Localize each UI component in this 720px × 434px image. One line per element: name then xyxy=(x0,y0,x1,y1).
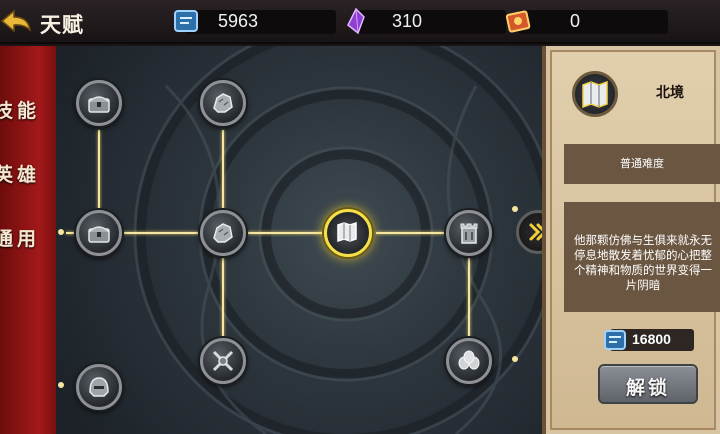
detail-icon-frame xyxy=(572,71,618,117)
chest-icon xyxy=(88,96,110,113)
talent-node-stone[interactable] xyxy=(200,80,246,126)
talent-board xyxy=(56,46,542,434)
category-tabs: 技能 英雄 通用 xyxy=(0,46,62,434)
talent-node-helmet[interactable] xyxy=(76,364,122,410)
talent-node-eggs[interactable] xyxy=(446,338,492,384)
talent-node-tower[interactable] xyxy=(446,210,492,256)
stone-icon xyxy=(213,93,233,113)
detail-title: 北境 xyxy=(656,84,684,100)
tab-general[interactable]: 通用 xyxy=(0,214,52,260)
back-arrow-icon[interactable] xyxy=(0,6,34,36)
tab-heroes[interactable]: 英雄 xyxy=(0,150,52,196)
scroll-count: 5963 xyxy=(218,11,259,31)
scroll-resource: 5963 xyxy=(172,6,336,36)
page-title: 天赋 xyxy=(40,14,84,37)
unlock-button-label: 解锁 xyxy=(625,378,670,399)
tab-skills[interactable]: 技能 xyxy=(0,86,52,132)
talent-node-swords[interactable] xyxy=(200,338,246,384)
red-ticket-icon xyxy=(504,7,532,35)
talent-node-chest[interactable] xyxy=(76,80,122,126)
talent-detail-panel: 北境 普通难度 他那颗仿佛与生俱来就永无停息地散发着忧郁的心把整个精神和物质的世… xyxy=(542,46,720,434)
crystal-resource: 310 xyxy=(342,6,506,36)
ticket-resource: 0 xyxy=(504,6,668,36)
blue-scroll-icon xyxy=(172,7,200,35)
unlock-cost-value: 16800 xyxy=(632,331,671,347)
map-scroll-icon xyxy=(582,80,608,109)
stone-icon xyxy=(213,223,233,243)
tower-icon xyxy=(460,223,478,244)
top-bar: 天赋 5963 310 0 xyxy=(0,0,720,44)
ticket-count: 0 xyxy=(570,11,581,31)
difficulty-label: 普通难度 xyxy=(564,144,720,184)
talent-node-map-selected[interactable] xyxy=(324,209,372,257)
chest-icon xyxy=(88,226,110,243)
talent-node-chest-2[interactable] xyxy=(76,210,122,256)
crystal-count: 310 xyxy=(392,11,423,31)
purple-crystal-icon xyxy=(342,7,370,35)
talent-node-stone-2[interactable] xyxy=(200,210,246,256)
helmet-icon xyxy=(89,377,109,397)
unlock-button[interactable]: 解锁 xyxy=(598,364,698,404)
map-scroll-icon xyxy=(337,221,357,243)
unlock-cost: 16800 xyxy=(604,329,694,351)
blue-scroll-icon xyxy=(602,327,628,353)
detail-description: 他那颗仿佛与生俱来就永无停息地散发着忧郁的心把整个精神和物质的世界变得一片阴暗 xyxy=(564,202,720,312)
crossed-swords-icon xyxy=(212,350,234,372)
eggs-icon xyxy=(458,350,480,370)
